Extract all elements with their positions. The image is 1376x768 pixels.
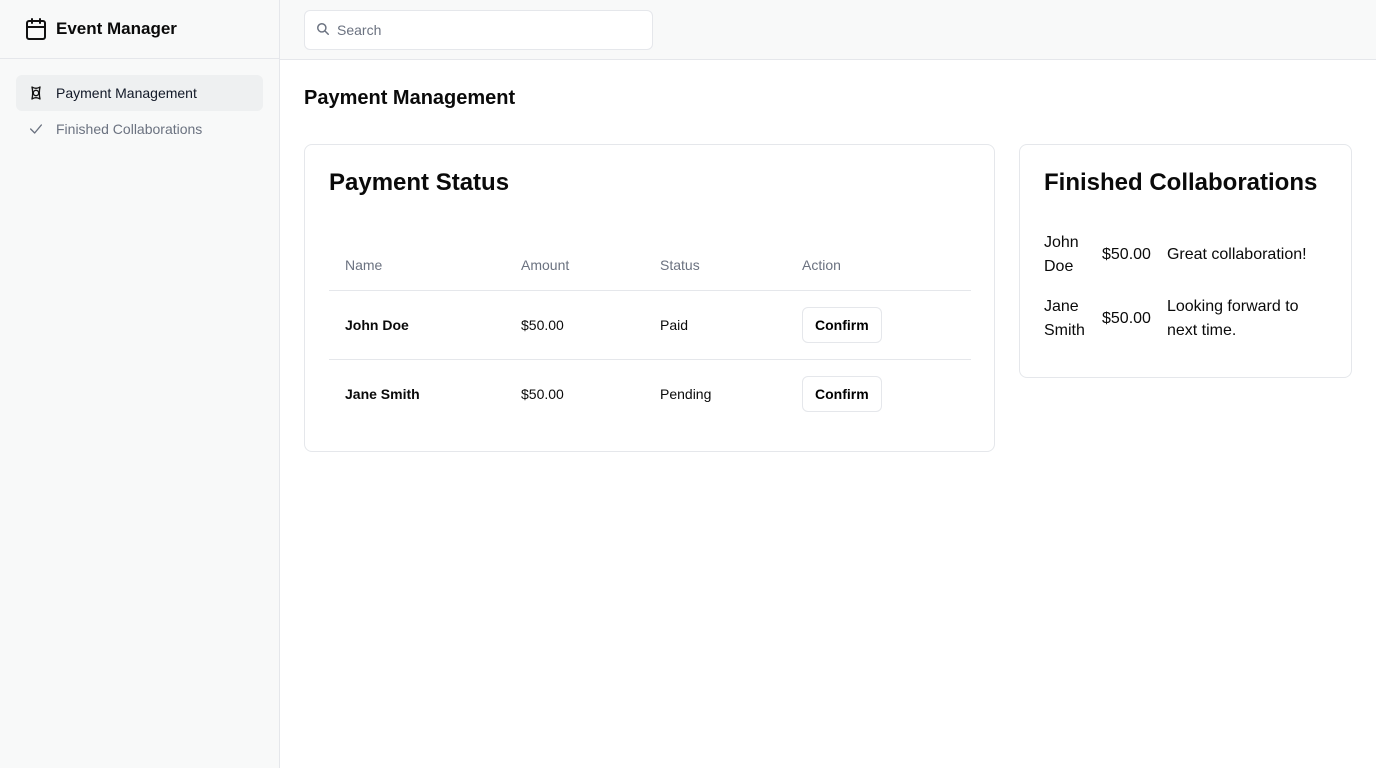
list-item: John Doe $50.00 Great collaboration! — [1044, 231, 1327, 279]
table-row: Jane Smith $50.00 Pending Confirm — [329, 360, 971, 429]
sidebar-nav: Payment Management Finished Collaboratio… — [0, 59, 279, 163]
confirm-button[interactable]: Confirm — [802, 307, 882, 343]
search-icon — [316, 22, 330, 36]
check-icon — [28, 121, 44, 137]
column-header-action: Action — [786, 240, 971, 291]
collab-amount: $50.00 — [1102, 246, 1151, 263]
app-title: Event Manager — [56, 19, 177, 38]
cell-amount: $50.00 — [505, 290, 644, 360]
cell-name: Jane Smith — [345, 386, 420, 402]
collab-amount: $50.00 — [1102, 310, 1151, 327]
search-input[interactable] — [305, 21, 652, 39]
column-header-status: Status — [644, 240, 786, 291]
cell-amount: $50.00 — [521, 386, 564, 402]
collab-name: Jane Smith — [1044, 298, 1085, 339]
payment-status-card: Payment Status Name Amount Status Action… — [304, 144, 995, 452]
cell-action: Confirm — [786, 290, 971, 360]
page-title: Payment Management — [304, 87, 516, 109]
badge-icon — [28, 85, 44, 101]
payment-table: Name Amount Status Action John Doe $50.0… — [329, 240, 971, 428]
search-box — [304, 10, 653, 50]
table-header-row: Name Amount Status Action — [329, 240, 971, 291]
list-item: Jane Smith $50.00 Looking forward to nex… — [1044, 295, 1327, 343]
column-header-name: Name — [329, 240, 505, 291]
card-title: Payment Status — [329, 169, 510, 196]
cell-status: Pending — [660, 386, 712, 402]
finished-collaborations-card: Finished Collaborations John Doe $50.00 … — [1019, 144, 1352, 378]
topbar — [280, 0, 1376, 60]
confirm-button[interactable]: Confirm — [802, 376, 882, 412]
collab-message: Great collaboration! — [1166, 246, 1307, 263]
brand: Event Manager — [0, 0, 279, 59]
sidebar-item-payment-management[interactable]: Payment Management — [16, 75, 263, 111]
collaboration-list: John Doe $50.00 Great collaboration! Jan… — [1044, 231, 1327, 343]
calendar-icon — [24, 17, 48, 41]
sidebar-item-label: Payment Management — [56, 85, 197, 101]
card-title: Finished Collaborations — [1044, 169, 1318, 196]
cell-name: John Doe — [329, 290, 505, 360]
collab-name: John Doe — [1044, 234, 1079, 275]
sidebar-item-finished-collaborations[interactable]: Finished Collaborations — [16, 111, 263, 147]
collab-message: Looking forward to next time. — [1166, 298, 1299, 339]
sidebar-item-label: Finished Collaborations — [56, 121, 203, 137]
main-content: Payment Management Payment Status Name A… — [304, 60, 1352, 452]
cell-status: Paid — [644, 290, 786, 360]
cell-action: Confirm — [786, 360, 971, 429]
table-row: John Doe $50.00 Paid Confirm — [329, 290, 971, 360]
sidebar: Event Manager Payment Management Finishe… — [0, 0, 280, 768]
column-header-amount: Amount — [505, 240, 644, 291]
